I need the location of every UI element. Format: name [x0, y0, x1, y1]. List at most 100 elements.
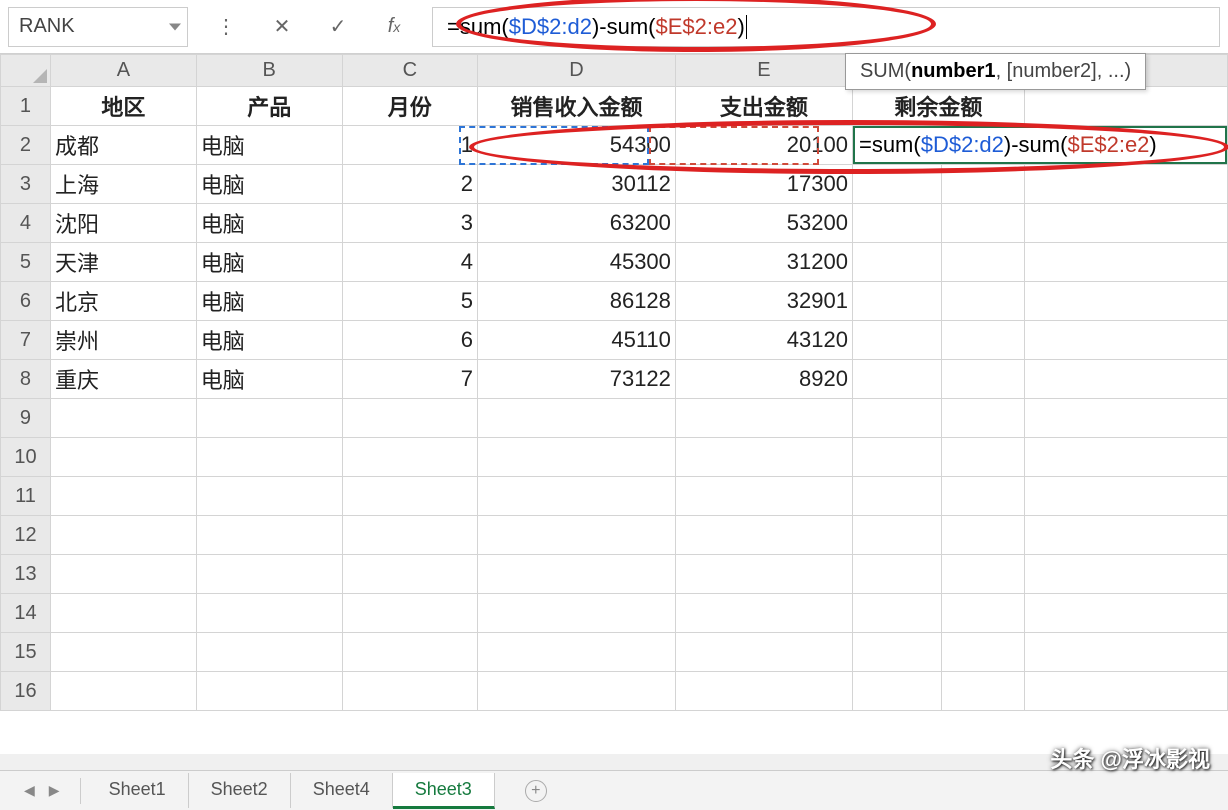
cell-A10[interactable]: [50, 438, 196, 477]
cell-D6[interactable]: 86128: [478, 282, 676, 321]
cell-B2[interactable]: 电脑: [196, 126, 342, 165]
cell-E2[interactable]: 20100: [675, 126, 852, 165]
cell-B6[interactable]: 电脑: [196, 282, 342, 321]
row-header-11[interactable]: 11: [1, 477, 51, 516]
cell-C3[interactable]: 2: [342, 165, 477, 204]
cell-C14[interactable]: [342, 594, 477, 633]
cell-A4[interactable]: 沈阳: [50, 204, 196, 243]
cell-F11[interactable]: [852, 477, 941, 516]
enter-icon[interactable]: ✓: [324, 13, 352, 41]
cell-B12[interactable]: [196, 516, 342, 555]
row-header-8[interactable]: 8: [1, 360, 51, 399]
cell-E15[interactable]: [675, 633, 852, 672]
cell-C5[interactable]: 4: [342, 243, 477, 282]
cell-G12[interactable]: [941, 516, 1024, 555]
cell-H11[interactable]: [1024, 477, 1227, 516]
cell-C16[interactable]: [342, 672, 477, 711]
cancel-icon[interactable]: ✕: [268, 13, 296, 41]
cell-A15[interactable]: [50, 633, 196, 672]
row-header-13[interactable]: 13: [1, 555, 51, 594]
cell-C2[interactable]: 1: [342, 126, 477, 165]
header-expense[interactable]: 支出金额: [675, 87, 852, 126]
row-header-5[interactable]: 5: [1, 243, 51, 282]
cell-E14[interactable]: [675, 594, 852, 633]
cell-H4[interactable]: [1024, 204, 1227, 243]
cell-E13[interactable]: [675, 555, 852, 594]
cell-B4[interactable]: 电脑: [196, 204, 342, 243]
cell-H6[interactable]: [1024, 282, 1227, 321]
cell-E16[interactable]: [675, 672, 852, 711]
col-header-B[interactable]: B: [196, 55, 342, 87]
cell-C11[interactable]: [342, 477, 477, 516]
cell-D5[interactable]: 45300: [478, 243, 676, 282]
cell-D15[interactable]: [478, 633, 676, 672]
chevron-down-icon[interactable]: [169, 23, 181, 30]
cell-G13[interactable]: [941, 555, 1024, 594]
col-header-D[interactable]: D: [478, 55, 676, 87]
row-header-12[interactable]: 12: [1, 516, 51, 555]
cell-E12[interactable]: [675, 516, 852, 555]
cell-B15[interactable]: [196, 633, 342, 672]
cell-F9[interactable]: [852, 399, 941, 438]
cell-E3[interactable]: 17300: [675, 165, 852, 204]
cell-F16[interactable]: [852, 672, 941, 711]
formula-input[interactable]: =sum($D$2:d2)-sum($E$2:e2): [432, 7, 1220, 47]
cell-B8[interactable]: 电脑: [196, 360, 342, 399]
cell-H1[interactable]: [1024, 87, 1227, 126]
cell-H12[interactable]: [1024, 516, 1227, 555]
cell-G4[interactable]: [941, 204, 1024, 243]
cell-E5[interactable]: 31200: [675, 243, 852, 282]
cell-B5[interactable]: 电脑: [196, 243, 342, 282]
row-header-7[interactable]: 7: [1, 321, 51, 360]
horizontal-scrollbar[interactable]: [0, 754, 1228, 770]
cell-B10[interactable]: [196, 438, 342, 477]
cell-C13[interactable]: [342, 555, 477, 594]
arrow-left-icon[interactable]: ◀: [24, 782, 35, 799]
cell-A2[interactable]: 成都: [50, 126, 196, 165]
arrow-right-icon[interactable]: ▶: [49, 782, 60, 799]
cell-D14[interactable]: [478, 594, 676, 633]
more-icon[interactable]: ⋮: [212, 13, 240, 41]
row-header-1[interactable]: 1: [1, 87, 51, 126]
row-header-14[interactable]: 14: [1, 594, 51, 633]
cell-C12[interactable]: [342, 516, 477, 555]
col-header-E[interactable]: E: [675, 55, 852, 87]
cell-D2[interactable]: 54300: [478, 126, 676, 165]
sheet-tab-sheet2[interactable]: Sheet2: [189, 773, 291, 808]
cell-D4[interactable]: 63200: [478, 204, 676, 243]
cell-A11[interactable]: [50, 477, 196, 516]
cell-F14[interactable]: [852, 594, 941, 633]
cell-E4[interactable]: 53200: [675, 204, 852, 243]
cell-G15[interactable]: [941, 633, 1024, 672]
cell-H10[interactable]: [1024, 438, 1227, 477]
row-header-2[interactable]: 2: [1, 126, 51, 165]
cell-A5[interactable]: 天津: [50, 243, 196, 282]
cell-C7[interactable]: 6: [342, 321, 477, 360]
cell-H14[interactable]: [1024, 594, 1227, 633]
sheet-tab-sheet3[interactable]: Sheet3: [393, 773, 495, 809]
sheet-tab-sheet1[interactable]: Sheet1: [87, 773, 189, 808]
cell-D13[interactable]: [478, 555, 676, 594]
name-box[interactable]: RANK: [8, 7, 188, 47]
cell-F2-editing[interactable]: =sum($D$2:d2)-sum($E$2:e2): [852, 126, 1227, 165]
cell-H3[interactable]: [1024, 165, 1227, 204]
cell-A6[interactable]: 北京: [50, 282, 196, 321]
cell-D11[interactable]: [478, 477, 676, 516]
cell-A9[interactable]: [50, 399, 196, 438]
cell-F7[interactable]: [852, 321, 941, 360]
cell-D8[interactable]: 73122: [478, 360, 676, 399]
cell-E6[interactable]: 32901: [675, 282, 852, 321]
cell-F12[interactable]: [852, 516, 941, 555]
cell-E9[interactable]: [675, 399, 852, 438]
sheet-tab-sheet4[interactable]: Sheet4: [291, 773, 393, 808]
cell-F6[interactable]: [852, 282, 941, 321]
cell-C4[interactable]: 3: [342, 204, 477, 243]
cell-C15[interactable]: [342, 633, 477, 672]
row-header-4[interactable]: 4: [1, 204, 51, 243]
tab-nav-arrows[interactable]: ◀ ▶: [10, 782, 74, 799]
cell-E11[interactable]: [675, 477, 852, 516]
header-revenue[interactable]: 销售收入金额: [478, 87, 676, 126]
cell-A16[interactable]: [50, 672, 196, 711]
row-header-15[interactable]: 15: [1, 633, 51, 672]
row-header-10[interactable]: 10: [1, 438, 51, 477]
